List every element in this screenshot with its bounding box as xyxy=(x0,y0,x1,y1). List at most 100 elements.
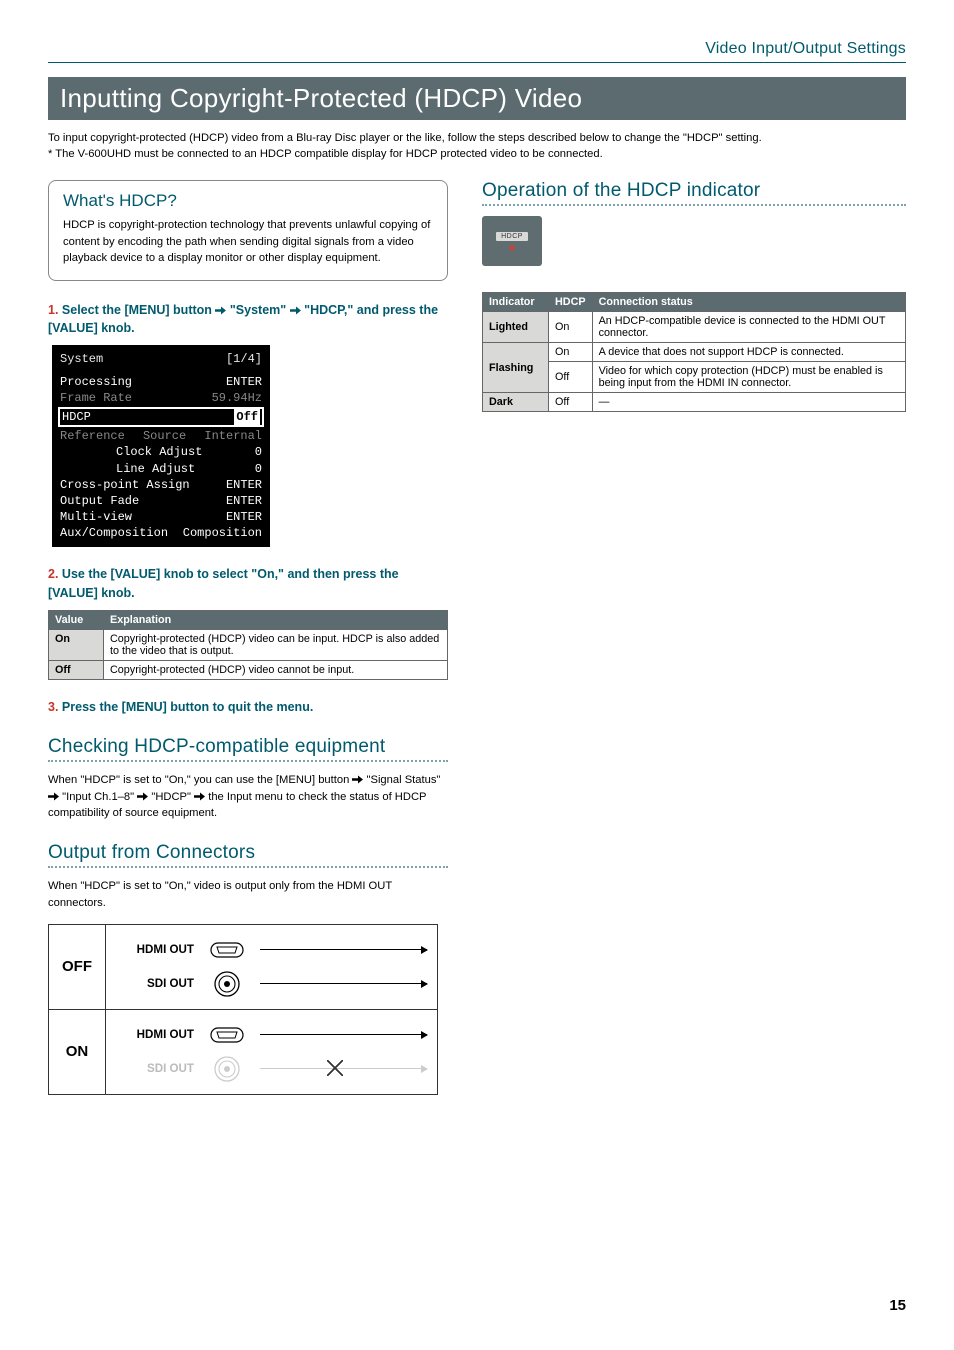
whats-hdcp-title: What's HDCP? xyxy=(63,191,433,211)
menu-row: Output Fade xyxy=(60,493,139,509)
hdmi-port-icon xyxy=(208,942,246,958)
output-arrow-icon xyxy=(260,1034,427,1035)
step-2-num: 2. xyxy=(48,567,58,581)
hdcp-indicator-graphic: HDCP xyxy=(482,216,542,266)
system-menu-screenshot: System [1/4] Processing ENTER Frame Rate 59… xyxy=(52,345,270,547)
cell-on: On xyxy=(49,629,104,660)
cell-hdcp: On xyxy=(549,312,593,343)
whats-hdcp-text: HDCP is copyright-protection technology … xyxy=(63,217,433,266)
step-1: 1. Select the [MENU] button "System" "HD… xyxy=(48,301,448,337)
sdi-port-icon xyxy=(208,970,246,998)
menu-row-val: ENTER xyxy=(226,477,262,493)
step-3: 3. Press the [MENU] button to quit the m… xyxy=(48,698,448,716)
cell-conn: — xyxy=(592,393,905,412)
intro-line-2: * The V-600UHD must be connected to an H… xyxy=(48,146,906,162)
hdmi-out-label: HDMI OUT xyxy=(116,1028,194,1041)
section-header: Video Input/Output Settings xyxy=(48,40,906,63)
page-title: Inputting Copyright-Protected (HDCP) Vid… xyxy=(48,77,906,120)
dotted-divider xyxy=(48,866,448,868)
arrow-right-icon xyxy=(194,792,205,801)
arrow-right-icon xyxy=(137,792,148,801)
menu-hdcp-label: HDCP xyxy=(62,409,91,425)
menu-row: Frame Rate xyxy=(60,390,132,406)
step-2-text: Use the [VALUE] knob to select "On," and… xyxy=(48,567,399,599)
output-arrow-icon xyxy=(260,949,427,950)
menu-row-val: 0 xyxy=(255,461,262,477)
menu-title: System xyxy=(60,351,103,367)
arrow-right-icon xyxy=(352,775,363,784)
output-conn-text: When "HDCP" is set to "On," video is out… xyxy=(48,878,448,912)
step-3-text: Press the [MENU] button to quit the menu… xyxy=(62,700,313,714)
th-value: Value xyxy=(49,610,104,629)
hdmi-out-label: HDMI OUT xyxy=(116,943,194,956)
output-arrow-icon xyxy=(260,983,427,984)
intro-block: To input copyright-protected (HDCP) vide… xyxy=(48,130,906,162)
step-2: 2. Use the [VALUE] knob to select "On," … xyxy=(48,565,448,601)
cell-conn: An HDCP-compatible device is connected t… xyxy=(592,312,905,343)
menu-row: Clock Adjust xyxy=(60,444,255,460)
dotted-divider xyxy=(48,760,448,762)
value-explanation-table: ValueExplanation OnCopyright-protected (… xyxy=(48,610,448,680)
hdcp-indicator-title: Operation of the HDCP indicator xyxy=(482,180,906,202)
arrow-right-icon xyxy=(290,306,301,315)
menu-row-val: ENTER xyxy=(226,509,262,525)
arrow-right-icon xyxy=(215,306,226,315)
cell-on-explanation: Copyright-protected (HDCP) video can be … xyxy=(104,629,448,660)
cell-hdcp: Off xyxy=(549,393,593,412)
menu-row: Line Adjust xyxy=(60,461,255,477)
menu-row: Cross-point Assign xyxy=(60,477,190,493)
output-blocked-arrow-icon xyxy=(260,1068,427,1069)
step-1-text-a: Select the [MENU] button xyxy=(62,303,215,317)
menu-row-val: ENTER xyxy=(226,493,262,509)
hdmi-port-icon xyxy=(208,1027,246,1043)
menu-row: Reference xyxy=(60,428,125,444)
right-column: Operation of the HDCP indicator HDCP Ind… xyxy=(482,180,906,1094)
indicator-status-table: Indicator HDCP Connection status Lighted… xyxy=(482,292,906,412)
output-diagram: OFF ON HDMI OUT SDI OUT xyxy=(48,924,438,1095)
output-conn-title: Output from Connectors xyxy=(48,842,448,864)
cell-lighted: Lighted xyxy=(483,312,549,343)
checking-title: Checking HDCP-compatible equipment xyxy=(48,736,448,758)
dotted-divider xyxy=(482,204,906,206)
cell-off: Off xyxy=(49,660,104,679)
step-1-text-b: "System" xyxy=(230,303,290,317)
page-number: 15 xyxy=(889,1297,906,1314)
step-1-num: 1. xyxy=(48,303,58,317)
intro-line-1: To input copyright-protected (HDCP) vide… xyxy=(48,130,906,146)
sdi-out-label: SDI OUT xyxy=(116,977,194,990)
th-hdcp: HDCP xyxy=(549,293,593,312)
cell-hdcp: On xyxy=(549,343,593,362)
menu-row: Processing xyxy=(60,374,132,390)
menu-row: Source xyxy=(125,428,205,444)
th-explanation: Explanation xyxy=(104,610,448,629)
hdcp-led-icon xyxy=(509,245,515,251)
cell-off-explanation: Copyright-protected (HDCP) video cannot … xyxy=(104,660,448,679)
th-indicator: Indicator xyxy=(483,293,549,312)
cell-conn: Video for which copy protection (HDCP) m… xyxy=(592,362,905,393)
arrow-right-icon xyxy=(48,792,59,801)
menu-row: Aux/Composition xyxy=(60,525,168,541)
whats-hdcp-box: What's HDCP? HDCP is copyright-protectio… xyxy=(48,180,448,281)
diagram-on-label: ON xyxy=(49,1010,105,1094)
menu-row: Multi-view xyxy=(60,509,132,525)
step-3-num: 3. xyxy=(48,700,58,714)
menu-row-val: 59.94Hz xyxy=(212,390,262,406)
diagram-off-label: OFF xyxy=(49,925,105,1010)
section-title: Video Input/Output Settings xyxy=(705,40,906,57)
menu-row-val: ENTER xyxy=(226,374,262,390)
th-connection: Connection status xyxy=(592,293,905,312)
cell-hdcp: Off xyxy=(549,362,593,393)
left-column: What's HDCP? HDCP is copyright-protectio… xyxy=(48,180,448,1094)
sdi-port-icon-disabled xyxy=(208,1055,246,1083)
menu-hdcp-value: Off xyxy=(234,409,260,425)
cell-conn: A device that does not support HDCP is c… xyxy=(592,343,905,362)
menu-row-val: Composition xyxy=(183,525,262,541)
menu-page: [1/4] xyxy=(226,351,262,367)
sdi-out-label-disabled: SDI OUT xyxy=(116,1062,194,1075)
checking-text: When "HDCP" is set to "On," you can use … xyxy=(48,772,448,822)
cell-dark: Dark xyxy=(483,393,549,412)
menu-row-val: Internal xyxy=(204,428,262,444)
menu-row-val: 0 xyxy=(255,444,262,460)
hdcp-indicator-badge: HDCP xyxy=(496,232,528,241)
cell-flashing: Flashing xyxy=(483,343,549,393)
